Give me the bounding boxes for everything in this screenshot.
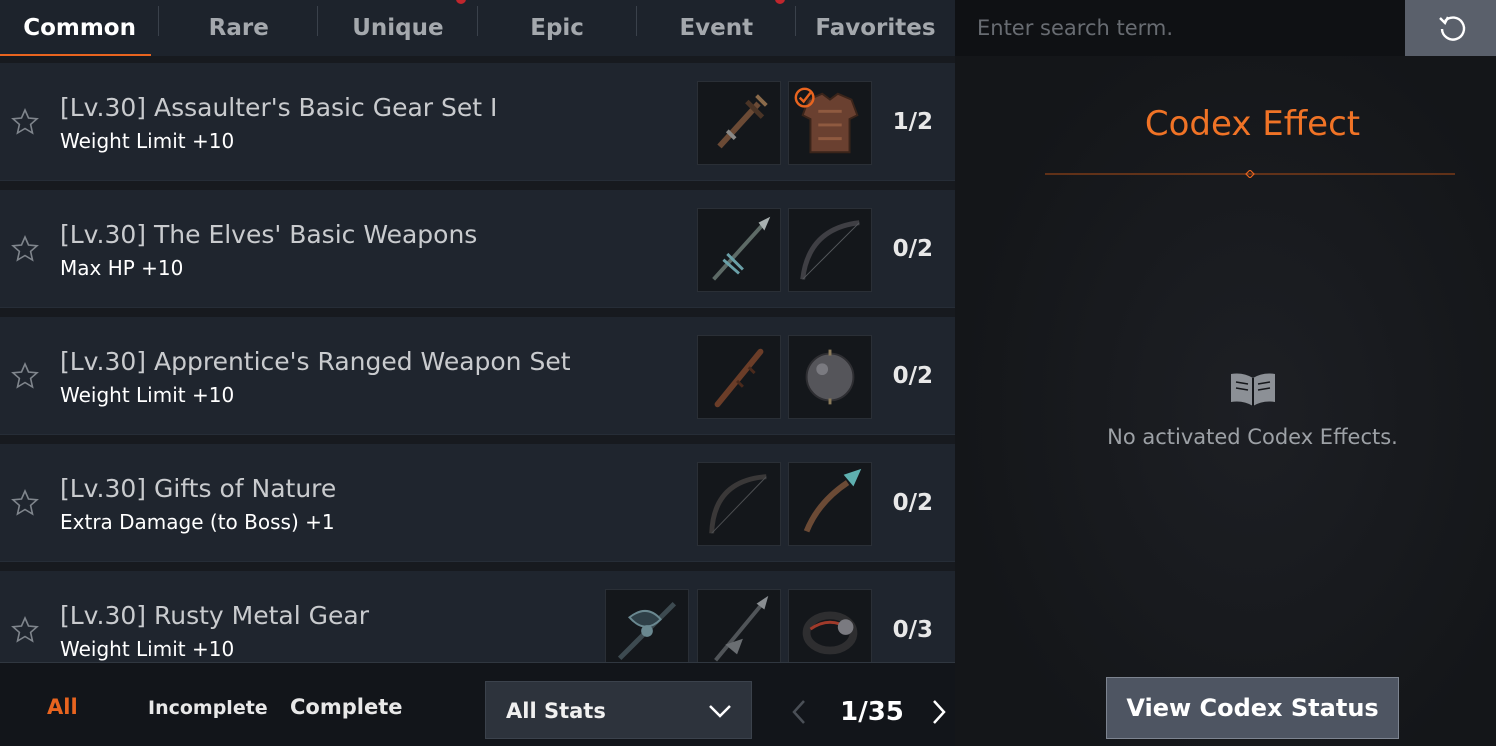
filter-incomplete[interactable]: Incomplete <box>148 697 268 719</box>
favorite-star-icon[interactable] <box>10 361 40 391</box>
tab-favorites[interactable]: Favorites <box>796 0 955 56</box>
next-page-icon[interactable] <box>928 697 950 727</box>
item-slot[interactable] <box>788 335 872 419</box>
codex-effect-title: Codex Effect <box>1144 104 1361 144</box>
item-slot[interactable] <box>697 589 781 673</box>
codex-list-panel: Common Rare Unique Epic Event Favorites … <box>0 0 955 746</box>
bow-icon <box>800 220 860 280</box>
item-slot[interactable] <box>605 589 689 673</box>
search-bar <box>955 0 1405 56</box>
crossbow-icon <box>717 94 768 149</box>
set-effect: Weight Limit +10 <box>60 637 235 661</box>
page-indicator: 1/35 <box>840 697 904 727</box>
previous-page-icon[interactable] <box>788 697 810 727</box>
tab-label: Event <box>679 15 754 41</box>
bow-icon <box>709 474 767 534</box>
category-tabs: Common Rare Unique Epic Event Favorites <box>0 0 955 56</box>
ring-icon <box>802 611 858 655</box>
view-codex-status-button[interactable]: View Codex Status <box>1106 677 1399 739</box>
tab-label: Common <box>23 15 136 41</box>
codex-set-row[interactable]: [Lv.30] The Elves' Basic Weapons Max HP … <box>0 190 955 308</box>
item-slot[interactable] <box>697 208 781 292</box>
item-slot[interactable] <box>697 462 781 546</box>
set-title: [Lv.30] Assaulter's Basic Gear Set I <box>60 93 498 122</box>
item-slot[interactable] <box>788 462 872 546</box>
notification-badge <box>456 0 467 4</box>
set-progress: 0/2 <box>892 236 933 262</box>
filter-bar: All Incomplete Complete All Stats 1/35 <box>0 662 955 746</box>
filter-complete[interactable]: Complete <box>290 695 402 719</box>
book-icon <box>1231 373 1275 406</box>
set-progress: 0/2 <box>892 490 933 516</box>
tab-label: Favorites <box>815 15 936 41</box>
armor-icon <box>794 87 859 154</box>
filter-all[interactable]: All <box>47 695 78 719</box>
favorite-star-icon[interactable] <box>10 107 40 137</box>
staff-icon <box>714 348 764 408</box>
tab-label: Rare <box>208 15 269 41</box>
favorite-star-icon[interactable] <box>10 615 40 645</box>
axe-icon <box>617 601 677 661</box>
set-effect: Max HP +10 <box>60 256 184 280</box>
tab-event[interactable]: Event <box>637 0 796 56</box>
tab-unique[interactable]: Unique <box>318 0 478 56</box>
set-title: [Lv.30] Gifts of Nature <box>60 474 337 503</box>
reset-button[interactable] <box>1405 0 1496 56</box>
set-effect: Extra Damage (to Boss) +1 <box>60 510 335 534</box>
empty-state-text: No activated Codex Effects. <box>1107 425 1398 449</box>
codex-set-row[interactable]: [Lv.30] Apprentice's Ranged Weapon Set W… <box>0 317 955 435</box>
stats-dropdown[interactable]: All Stats <box>485 681 752 739</box>
spear-icon <box>714 595 769 662</box>
tab-label: Unique <box>352 15 444 41</box>
favorite-star-icon[interactable] <box>10 488 40 518</box>
tab-label: Epic <box>530 15 584 41</box>
wand-icon <box>803 468 862 533</box>
title-divider <box>1045 170 1455 178</box>
orb-icon <box>805 349 855 405</box>
codex-effect-panel: Codex Effect No activated Codex Effects.… <box>955 0 1496 746</box>
set-effect: Weight Limit +10 <box>60 383 235 407</box>
item-slot[interactable] <box>788 208 872 292</box>
favorite-star-icon[interactable] <box>10 234 40 264</box>
refresh-icon <box>1439 16 1466 41</box>
codex-set-list: [Lv.30] Assaulter's Basic Gear Set I Wei… <box>0 63 955 698</box>
tab-rare[interactable]: Rare <box>159 0 319 56</box>
item-slot[interactable] <box>697 81 781 165</box>
item-slot[interactable] <box>697 335 781 419</box>
set-progress: 0/2 <box>892 363 933 389</box>
set-title: [Lv.30] Apprentice's Ranged Weapon Set <box>60 347 571 376</box>
set-effect: Weight Limit +10 <box>60 129 235 153</box>
codex-set-row[interactable]: [Lv.30] Gifts of Nature Extra Damage (to… <box>0 444 955 562</box>
codex-set-row[interactable]: [Lv.30] Assaulter's Basic Gear Set I Wei… <box>0 63 955 181</box>
tab-common[interactable]: Common <box>0 0 160 56</box>
set-progress: 0/3 <box>892 617 933 643</box>
spear-icon <box>712 216 771 281</box>
set-progress: 1/2 <box>892 109 933 135</box>
notification-badge <box>774 0 785 4</box>
set-title: [Lv.30] The Elves' Basic Weapons <box>60 220 478 249</box>
set-title: [Lv.30] Rusty Metal Gear <box>60 601 369 630</box>
item-slot[interactable] <box>788 589 872 673</box>
stats-dropdown-value: All Stats <box>506 699 606 723</box>
item-slot[interactable] <box>788 81 872 165</box>
search-input[interactable] <box>977 12 1377 44</box>
tab-epic[interactable]: Epic <box>478 0 637 56</box>
chevron-down-icon <box>709 705 731 718</box>
